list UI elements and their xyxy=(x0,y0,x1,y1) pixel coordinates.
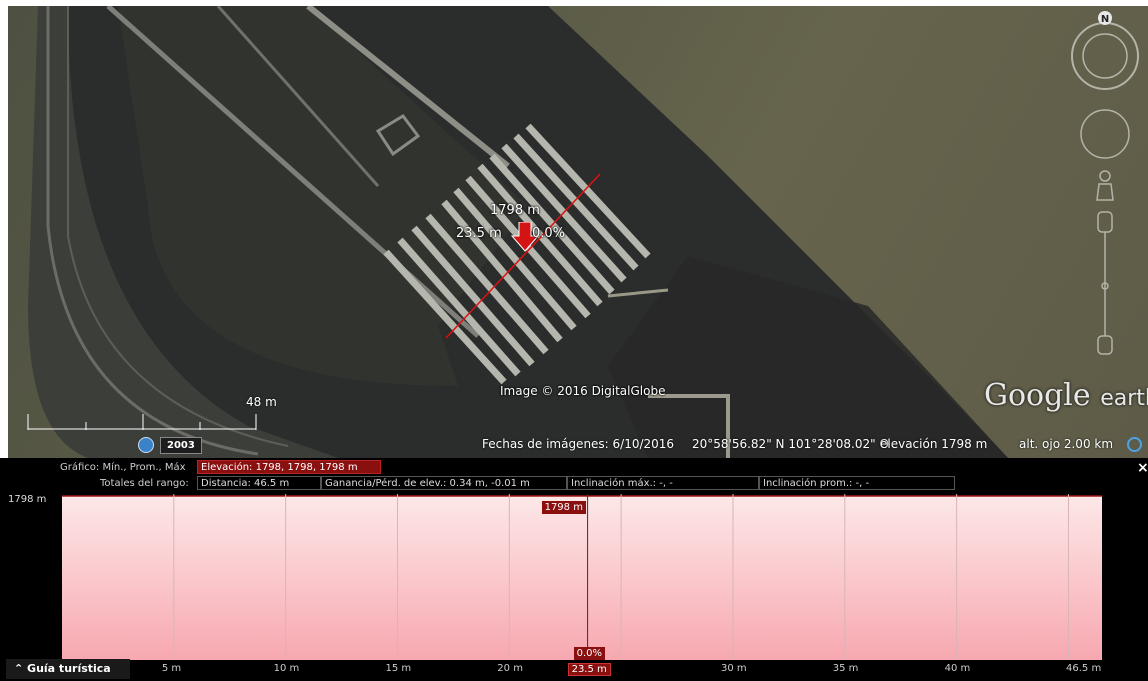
move-ring-icon xyxy=(1080,109,1130,159)
image-credit: Image © 2016 DigitalGlobe xyxy=(500,384,666,398)
map-view[interactable]: 1798 m 23.5 m 0.0% Image © 2016 DigitalG… xyxy=(8,6,1148,458)
elevation-profile-chart[interactable] xyxy=(62,494,1102,660)
cursor-distance-tag: 23.5 m xyxy=(567,663,611,676)
navigation-controls[interactable]: N xyxy=(1068,6,1142,366)
cursor-elevation-tag: 1798 m xyxy=(541,501,586,514)
historical-imagery-icon[interactable] xyxy=(138,437,154,453)
marker-slope-label: 0.0% xyxy=(532,226,566,241)
range-totals-label: Totales del rango: xyxy=(100,478,189,489)
x-tick-label: 40 m xyxy=(944,663,971,674)
zoom-slider-icon xyxy=(1097,211,1113,355)
y-axis-label: 1798 m xyxy=(8,494,47,505)
svg-text:N: N xyxy=(1101,14,1109,25)
x-tick-label: 20 m xyxy=(497,663,523,674)
tour-guide-button[interactable]: ⌃ Guía turística xyxy=(6,659,130,679)
elevation-readout: elevación 1798 m xyxy=(880,437,988,451)
x-tick-label: 35 m xyxy=(832,663,859,674)
elevation-summary: Elevación: 1798, 1798, 1798 m xyxy=(197,460,381,474)
x-tick-label: 30 m xyxy=(720,663,747,674)
streaming-status-icon xyxy=(1127,437,1142,452)
look-ring-icon xyxy=(1071,22,1139,90)
imagery-date: Fechas de imágenes: 6/10/2016 xyxy=(482,437,675,451)
scale-label: 48 m xyxy=(246,395,277,409)
coordinates-readout: 20°58'56.82" N 101°28'08.02" O xyxy=(692,437,889,451)
x-tick-label: 15 m xyxy=(385,663,412,674)
x-tick-label: 5 m xyxy=(161,663,182,674)
x-tick-label: 46.5 m xyxy=(1066,663,1102,674)
close-profile-button[interactable]: × xyxy=(1137,460,1148,476)
avg-slope-total: Inclinación prom.: -, - xyxy=(759,476,955,490)
eye-altitude-readout: alt. ojo 2.00 km xyxy=(1019,437,1114,451)
max-slope-total: Inclinación máx.: -, - xyxy=(567,476,759,490)
x-tick-label: 10 m xyxy=(273,663,300,674)
gain-loss-total: Ganancia/Pérd. de elev.: 0.34 m, -0.01 m xyxy=(321,476,567,490)
google-earth-logo: Google earth xyxy=(984,378,1148,413)
historical-year-button[interactable]: 2003 xyxy=(160,437,202,454)
graph-label: Gráfico: Mín., Prom., Máx xyxy=(60,462,186,473)
cursor-slope-tag: 0.0% xyxy=(573,647,605,660)
distance-total: Distancia: 46.5 m xyxy=(197,476,321,490)
elevation-area xyxy=(62,496,1102,660)
marker-elevation-label: 1798 m xyxy=(490,203,540,218)
street-view-person-icon xyxy=(1096,170,1114,201)
marker-distance-label: 23.5 m xyxy=(456,226,502,241)
